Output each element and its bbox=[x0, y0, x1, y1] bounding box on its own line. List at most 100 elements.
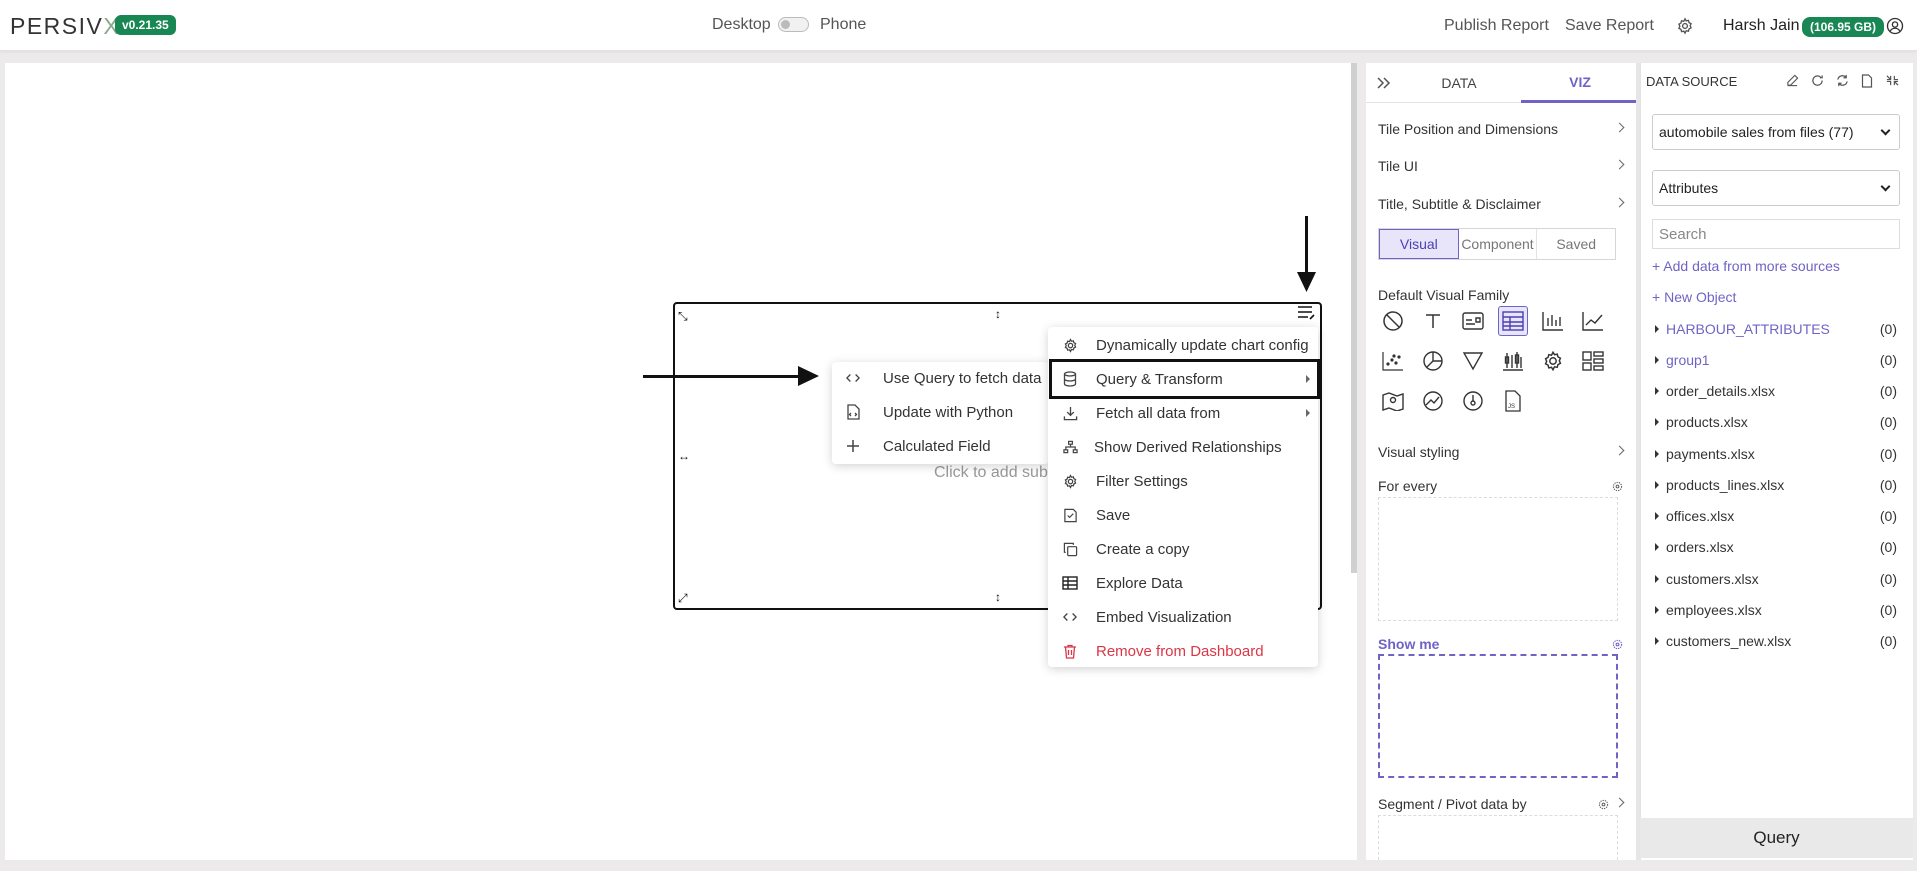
add-data-label: Add data from more sources bbox=[1663, 258, 1840, 274]
embed-visualization-item[interactable]: Embed Visualization bbox=[1048, 601, 1318, 633]
explore-data-item[interactable]: Explore Data bbox=[1048, 567, 1318, 599]
object-name: products.xlsx bbox=[1666, 414, 1748, 430]
visual-styling-section[interactable]: Visual styling bbox=[1378, 444, 1625, 460]
list-item[interactable]: products_lines.xlsx (0) bbox=[1652, 476, 1900, 496]
table-icon[interactable] bbox=[1498, 306, 1528, 336]
use-query-item[interactable]: Use Query to fetch data bbox=[832, 362, 1049, 394]
segment-saved[interactable]: Saved bbox=[1537, 229, 1615, 259]
desktop-label[interactable]: Desktop bbox=[712, 16, 771, 34]
file-icon[interactable] bbox=[1861, 74, 1873, 92]
sync-icon[interactable] bbox=[1836, 74, 1849, 91]
fetch-all-data-item[interactable]: Fetch all data from bbox=[1048, 397, 1318, 429]
data-source-select[interactable]: automobile sales from files (77) bbox=[1652, 114, 1900, 150]
title-subtitle-section[interactable]: Title, Subtitle & Disclaimer bbox=[1378, 196, 1625, 212]
attributes-select[interactable]: Attributes bbox=[1652, 170, 1900, 206]
settings-small-icon[interactable] bbox=[1612, 637, 1623, 653]
new-object-link[interactable]: + New Object bbox=[1652, 289, 1736, 305]
caret-right-icon bbox=[1655, 637, 1659, 645]
resize-handle-bottom[interactable]: ↕ bbox=[995, 590, 1001, 604]
tile-ui-section[interactable]: Tile UI bbox=[1378, 158, 1625, 174]
settings-small-icon[interactable] bbox=[1612, 479, 1623, 495]
object-name: customers.xlsx bbox=[1666, 571, 1759, 587]
collapse-panel-button[interactable] bbox=[1366, 63, 1402, 103]
object-count: (0) bbox=[1879, 446, 1897, 462]
update-python-item[interactable]: Update with Python bbox=[832, 396, 1049, 428]
layout-toggle[interactable] bbox=[778, 17, 809, 32]
segment-pivot-section[interactable]: Segment / Pivot data by bbox=[1378, 796, 1625, 813]
caret-right-icon bbox=[1655, 450, 1659, 458]
create-copy-label: Create a copy bbox=[1096, 540, 1190, 558]
filter-settings-item[interactable]: Filter Settings bbox=[1048, 465, 1318, 497]
object-count: (0) bbox=[1879, 383, 1897, 399]
globe-chart-icon[interactable] bbox=[1418, 386, 1448, 416]
tile-position-section[interactable]: Tile Position and Dimensions bbox=[1378, 121, 1625, 137]
collapse-icon[interactable] bbox=[1886, 74, 1899, 91]
list-item[interactable]: orders.xlsx (0) bbox=[1652, 538, 1900, 558]
dynamic-config-item[interactable]: Dynamically update chart config bbox=[1048, 329, 1318, 361]
search-input[interactable]: Search bbox=[1652, 219, 1900, 249]
card-icon[interactable] bbox=[1458, 306, 1488, 336]
segment-pivot-dropzone[interactable] bbox=[1378, 815, 1618, 860]
list-item[interactable]: HARBOUR_ATTRIBUTES (0) bbox=[1652, 320, 1900, 340]
for-every-dropzone[interactable] bbox=[1378, 497, 1618, 621]
tab-viz[interactable]: VIZ bbox=[1521, 63, 1639, 103]
update-python-label: Update with Python bbox=[883, 403, 1014, 421]
funnel-icon[interactable] bbox=[1458, 346, 1488, 376]
user-icon[interactable] bbox=[1885, 16, 1905, 36]
app-logo[interactable]: PERSIVX bbox=[10, 13, 120, 40]
tab-data[interactable]: DATA bbox=[1402, 63, 1516, 103]
remove-dashboard-item[interactable]: Remove from Dashboard bbox=[1048, 635, 1318, 667]
gear-icon[interactable] bbox=[1675, 16, 1695, 36]
text-icon[interactable] bbox=[1418, 306, 1448, 336]
data-source-title: DATA SOURCE bbox=[1646, 74, 1738, 89]
phone-label[interactable]: Phone bbox=[820, 16, 866, 34]
list-item[interactable]: order_details.xlsx (0) bbox=[1652, 382, 1900, 402]
resize-handle-top[interactable]: ↕ bbox=[995, 307, 1001, 321]
list-item[interactable]: products.xlsx (0) bbox=[1652, 413, 1900, 433]
create-copy-item[interactable]: Create a copy bbox=[1048, 533, 1318, 565]
chevron-down-icon bbox=[1880, 125, 1891, 136]
user-name[interactable]: Harsh Jain bbox=[1723, 17, 1799, 35]
calculated-field-item[interactable]: Calculated Field bbox=[832, 430, 1049, 462]
layout-grid-icon[interactable] bbox=[1578, 346, 1608, 376]
gear-icon[interactable] bbox=[1538, 346, 1568, 376]
line-chart-icon[interactable] bbox=[1578, 306, 1608, 336]
scatter-chart-icon[interactable] bbox=[1378, 346, 1408, 376]
segment-component[interactable]: Component bbox=[1459, 229, 1538, 259]
list-item[interactable]: group1 (0) bbox=[1652, 351, 1900, 371]
segment-visual[interactable]: Visual bbox=[1379, 229, 1459, 259]
gauge-icon[interactable] bbox=[1458, 386, 1488, 416]
panel-tabs: DATA VIZ bbox=[1366, 63, 1640, 103]
query-button[interactable]: Query bbox=[1640, 818, 1913, 858]
list-item[interactable]: employees.xlsx (0) bbox=[1652, 601, 1900, 621]
bar-chart-icon[interactable] bbox=[1538, 306, 1568, 336]
list-item[interactable]: customers.xlsx (0) bbox=[1652, 570, 1900, 590]
candlestick-icon[interactable] bbox=[1498, 346, 1528, 376]
ban-icon[interactable] bbox=[1378, 306, 1408, 336]
download-icon bbox=[1061, 404, 1079, 422]
settings-small-icon[interactable] bbox=[1598, 797, 1609, 813]
resize-handle-bottom-left[interactable]: ⤢ bbox=[678, 591, 688, 606]
refresh-icon[interactable] bbox=[1811, 74, 1824, 91]
save-label: Save bbox=[1096, 506, 1131, 524]
double-chevron-right-icon bbox=[1377, 77, 1391, 89]
list-item[interactable]: customers_new.xlsx (0) bbox=[1652, 632, 1900, 652]
pie-chart-icon[interactable] bbox=[1418, 346, 1448, 376]
save-item[interactable]: Save bbox=[1048, 499, 1318, 531]
save-report-button[interactable]: Save Report bbox=[1565, 17, 1654, 35]
list-item[interactable]: offices.xlsx (0) bbox=[1652, 507, 1900, 527]
publish-report-button[interactable]: Publish Report bbox=[1444, 17, 1549, 35]
tile-subtitle-placeholder[interactable]: Click to add subtit bbox=[934, 464, 1060, 482]
js-file-icon[interactable]: JS bbox=[1498, 386, 1528, 416]
tile-menu-icon[interactable] bbox=[1296, 304, 1316, 322]
query-transform-submenu: Use Query to fetch data Update with Pyth… bbox=[832, 362, 1049, 464]
derived-relationships-item[interactable]: Show Derived Relationships bbox=[1048, 431, 1318, 463]
canvas-scrollbar[interactable] bbox=[1351, 63, 1357, 573]
edit-icon[interactable] bbox=[1786, 74, 1799, 91]
show-me-dropzone[interactable] bbox=[1378, 654, 1618, 778]
add-data-sources-link[interactable]: + Add data from more sources bbox=[1652, 258, 1840, 274]
resize-handle-left[interactable]: ↔ bbox=[678, 449, 690, 463]
resize-handle-top-left[interactable]: ⤡ bbox=[678, 309, 688, 324]
map-icon[interactable] bbox=[1378, 386, 1408, 416]
list-item[interactable]: payments.xlsx (0) bbox=[1652, 445, 1900, 465]
